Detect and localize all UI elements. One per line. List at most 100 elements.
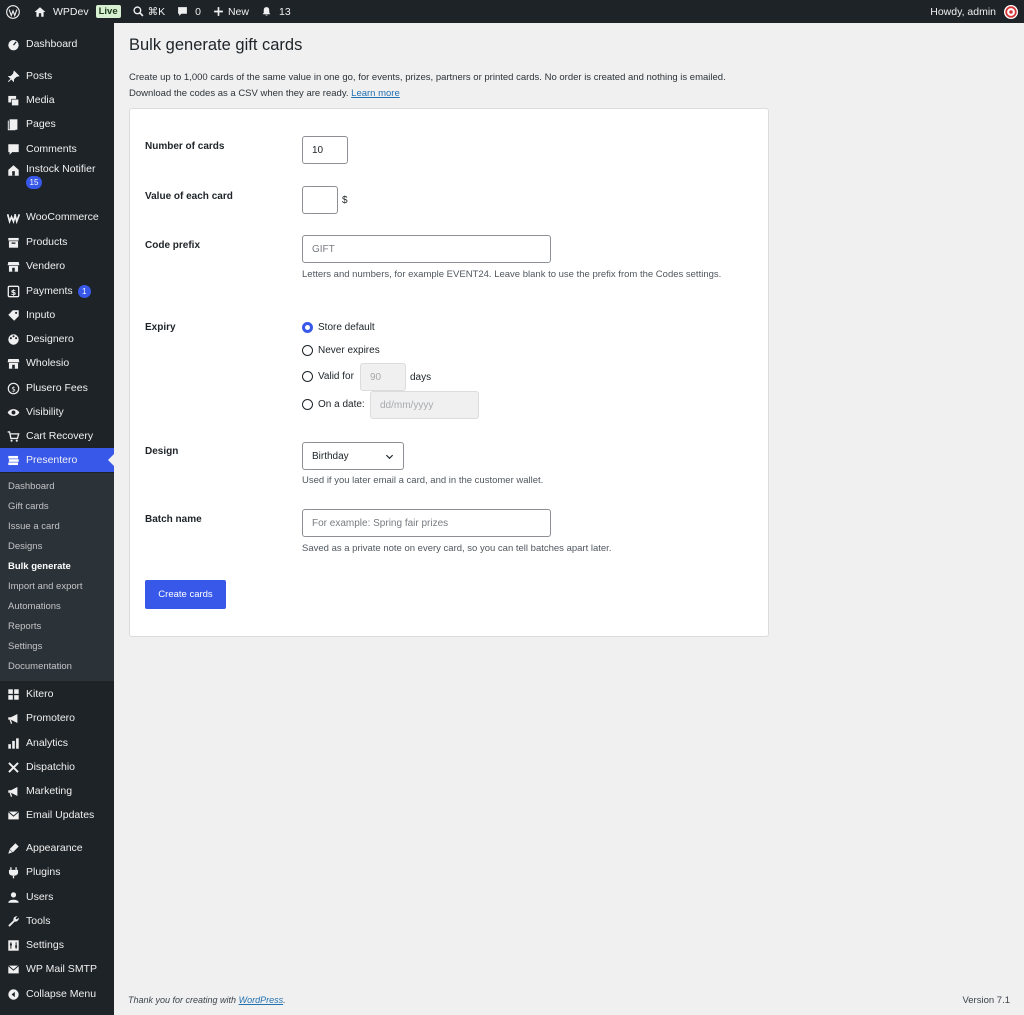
sidebar-item-presentero[interactable]: Presentero xyxy=(0,448,114,472)
sidebar-item-label: Collapse Menu xyxy=(26,988,97,1000)
tools-cross-icon xyxy=(6,760,20,774)
sidebar-item-label: Plusero Fees xyxy=(26,382,88,394)
sidebar-item-label: Pages xyxy=(26,118,56,130)
submenu-item-reports[interactable]: Reports xyxy=(8,617,41,637)
sidebar-item-comments[interactable]: Comments xyxy=(0,137,114,161)
sidebar-item-label-wrap: Settings xyxy=(26,939,64,951)
expiry-on-date-radio[interactable]: On a date: xyxy=(302,399,365,410)
sidebar-item-marketing[interactable]: Marketing xyxy=(0,779,114,803)
submenu-item-automations[interactable]: Automations xyxy=(8,597,61,617)
sidebar-item-posts[interactable]: Posts xyxy=(0,64,114,88)
sidebar-item-kitero[interactable]: Kitero xyxy=(0,682,114,706)
sidebar-item-label: Marketing xyxy=(26,785,73,797)
grid-icon xyxy=(6,687,20,701)
learn-more-link[interactable]: Learn more xyxy=(351,88,400,99)
expiry-option-label: On a date: xyxy=(318,399,365,410)
sidebar-item-promotero[interactable]: Promotero xyxy=(0,706,114,730)
card-value-label: Value of each card xyxy=(145,191,233,202)
number-of-cards-input[interactable]: 10 xyxy=(302,136,348,164)
sidebar-item-label: Dispatchio xyxy=(26,761,76,773)
mail-smtp-icon xyxy=(6,962,20,976)
submenu-item-designs[interactable]: Designs xyxy=(8,537,42,557)
admin-bar: WPDev Live ⌘K 0 New 13 Howdy, admin xyxy=(0,0,1024,23)
comments-menu[interactable]: 0 xyxy=(171,0,207,23)
sidebar-item-tools[interactable]: Tools xyxy=(0,909,114,933)
sidebar-item-label: Kitero xyxy=(26,688,54,700)
sidebar-item-wp-mail-smtp[interactable]: WP Mail SMTP xyxy=(0,957,114,981)
command-palette-button[interactable]: ⌘K xyxy=(127,0,172,23)
sidebar-item-collapse-menu[interactable]: Collapse Menu xyxy=(0,982,114,1006)
sidebar-item-products[interactable]: Products xyxy=(0,230,114,254)
sidebar-item-plugins[interactable]: Plugins xyxy=(0,860,114,884)
batch-name-input[interactable]: For example: Spring fair prizes xyxy=(302,509,551,537)
sidebar-item-label: Instock Notifier xyxy=(26,163,96,175)
submenu-item-bulk-generate[interactable]: Bulk generate xyxy=(8,557,71,577)
sidebar-item-dispatchio[interactable]: Dispatchio xyxy=(0,755,114,779)
submenu-item-import-and-export[interactable]: Import and export xyxy=(8,577,82,597)
sidebar-item-users[interactable]: Users xyxy=(0,885,114,909)
sidebar-item-email-updates[interactable]: Email Updates xyxy=(0,803,114,827)
sidebar-item-label-wrap: Cart Recovery xyxy=(26,430,93,442)
submenu-item-gift-cards[interactable]: Gift cards xyxy=(8,497,49,517)
sidebar-item-plusero-fees[interactable]: $ Plusero Fees xyxy=(0,376,114,400)
wordpress-logo-icon[interactable] xyxy=(0,0,26,23)
notifications-count: 13 xyxy=(278,5,291,18)
notifications-menu[interactable]: 13 xyxy=(255,0,297,23)
card-value-input[interactable] xyxy=(302,186,338,214)
sidebar-item-designero[interactable]: Designero xyxy=(0,327,114,351)
sidebar-item-media[interactable]: Media xyxy=(0,88,114,112)
submenu-item-settings[interactable]: Settings xyxy=(8,637,42,657)
code-prefix-input[interactable]: GIFT xyxy=(302,235,551,263)
expiry-never-radio[interactable]: Never expires xyxy=(302,345,380,356)
megaphone-icon xyxy=(6,711,20,725)
sidebar-item-label-wrap: Posts xyxy=(26,70,52,82)
wordpress-link[interactable]: WordPress xyxy=(239,995,284,1005)
store-icon xyxy=(6,163,20,177)
sidebar-item-label: Vendero xyxy=(26,260,66,272)
sidebar-item-dashboard[interactable]: Dashboard xyxy=(0,32,114,56)
pin-icon xyxy=(6,69,20,83)
submenu-item-dashboard[interactable]: Dashboard xyxy=(8,477,54,497)
sidebar-item-analytics[interactable]: Analytics xyxy=(0,731,114,755)
sidebar-item-cart-recovery[interactable]: Cart Recovery xyxy=(0,424,114,448)
megaphone-icon xyxy=(6,784,20,798)
woo-icon xyxy=(6,210,20,224)
sidebar-item-label-wrap: Comments xyxy=(26,143,77,155)
footer-thanks-text: Thank you for creating with xyxy=(128,995,237,1005)
valid-days-input[interactable]: 90 xyxy=(360,363,406,391)
sidebar-item-label: Media xyxy=(26,94,55,106)
sidebar-item-instock-notifier[interactable]: Instock Notifier 15 xyxy=(0,161,114,191)
sidebar-item-pages[interactable]: Pages xyxy=(0,112,114,136)
sidebar-item-label: Appearance xyxy=(26,842,83,854)
footer-version: Version 7.1 xyxy=(962,995,1010,1006)
sidebar-item-settings[interactable]: Settings xyxy=(0,933,114,957)
new-content-menu[interactable]: New xyxy=(207,0,255,23)
sidebar-item-visibility[interactable]: Visibility xyxy=(0,400,114,424)
sidebar-item-label: Plugins xyxy=(26,866,61,878)
sidebar-item-woocommerce[interactable]: WooCommerce xyxy=(0,205,114,229)
expiry-valid-for-radio[interactable]: Valid for xyxy=(302,371,354,382)
radio-icon xyxy=(302,371,313,382)
submenu-item-documentation[interactable]: Documentation xyxy=(8,657,72,677)
sidebar-item-payments[interactable]: $ Payments 1 xyxy=(0,279,114,303)
design-select[interactable]: Birthday xyxy=(302,442,404,470)
create-cards-button[interactable]: Create cards xyxy=(145,580,226,609)
sidebar-item-inputo[interactable]: Inputo xyxy=(0,303,114,327)
sidebar-item-appearance[interactable]: Appearance xyxy=(0,836,114,860)
design-label: Design xyxy=(145,446,179,457)
count-badge: 15 xyxy=(26,176,42,189)
sidebar-item-label-wrap: Presentero xyxy=(26,454,77,466)
palette-icon xyxy=(6,332,20,346)
my-account-menu[interactable]: Howdy, admin xyxy=(924,0,1024,23)
expiry-date-input[interactable]: dd/mm/yyyy xyxy=(370,391,479,419)
site-name: WPDev xyxy=(53,5,89,18)
submenu-item-issue-a-card[interactable]: Issue a card xyxy=(8,517,60,537)
dollar-box-icon: $ xyxy=(6,284,20,298)
expiry-store-default-radio[interactable]: Store default xyxy=(302,322,375,333)
footer-period: . xyxy=(283,995,286,1005)
sidebar-item-label: Wholesio xyxy=(26,357,70,369)
archive-icon xyxy=(6,235,20,249)
sidebar-item-wholesio[interactable]: Wholesio xyxy=(0,351,114,375)
site-name-menu[interactable]: WPDev Live xyxy=(26,0,127,23)
sidebar-item-vendero[interactable]: Vendero xyxy=(0,254,114,278)
